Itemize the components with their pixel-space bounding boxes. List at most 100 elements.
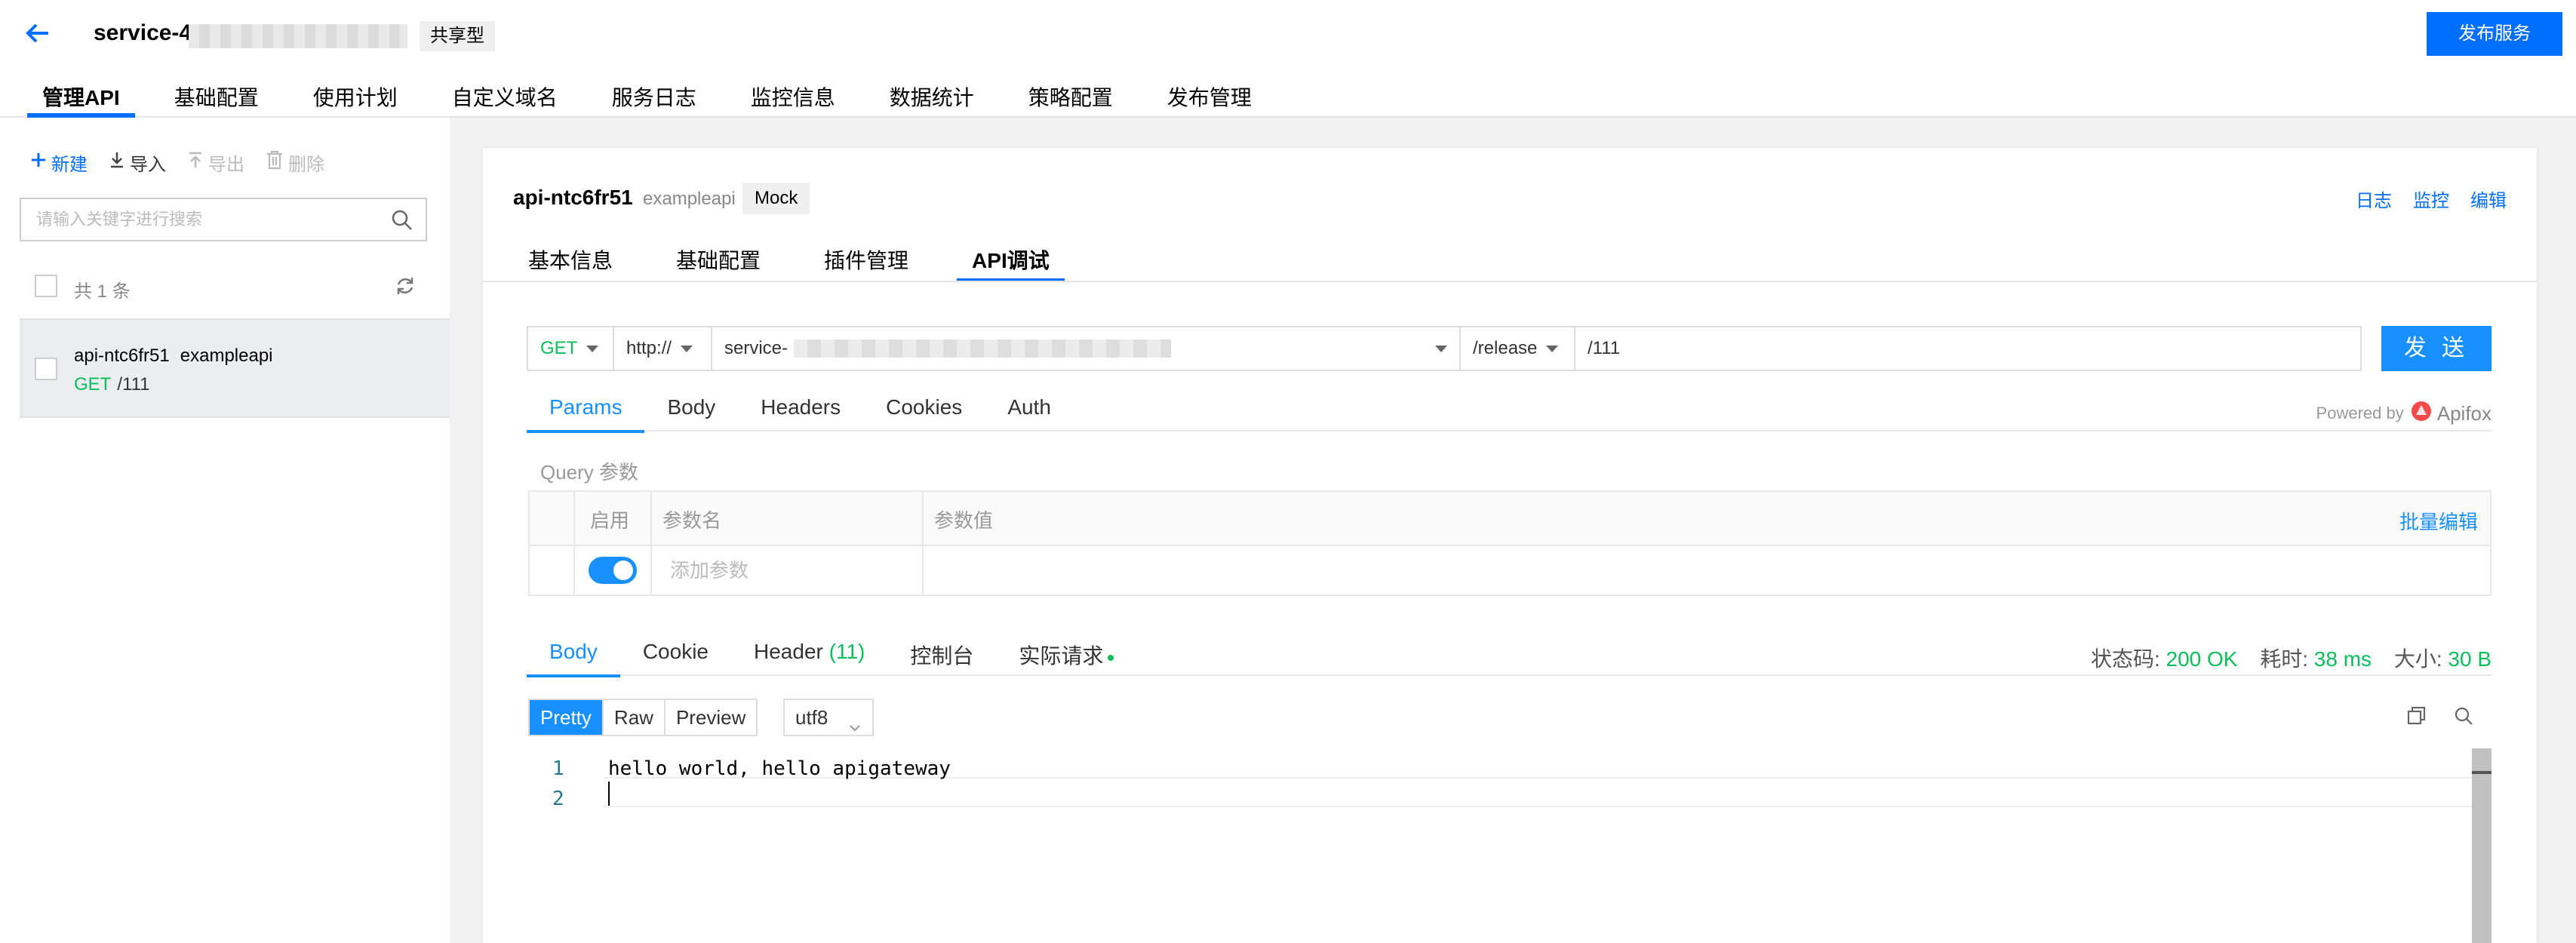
bulk-edit-button[interactable]: 批量编辑 (2399, 507, 2478, 535)
col-param-value: 参数值 (934, 509, 994, 532)
api-list-sidebar: 新建 导入 导出 删除 共 1 条 (0, 118, 450, 943)
host-value: service- (724, 338, 788, 358)
request-bar: GET http:// service- /release /111 (527, 326, 2362, 371)
tab-auth[interactable]: Auth (985, 386, 1074, 432)
list-header: 共 1 条 (20, 267, 427, 305)
export-button[interactable]: 导出 (187, 149, 244, 176)
path-input[interactable]: /111 (1574, 326, 2362, 371)
powered-by: Powered by Apifox (2316, 400, 2491, 427)
page: service-4 共享型 发布服务 管理API 基础配置 使用计划 自定义域名… (0, 0, 2576, 943)
status-dot-icon (1108, 654, 1114, 661)
new-api-button[interactable]: 新建 (30, 149, 88, 176)
tab-monitoring[interactable]: 监控信息 (736, 72, 850, 118)
divider (483, 281, 2537, 282)
new-label: 新建 (51, 155, 88, 175)
protocol-select[interactable]: http:// (613, 326, 712, 371)
col-enable: 启用 (590, 509, 630, 532)
import-button[interactable]: 导入 (109, 149, 166, 176)
api-item-tag: exampleapi (180, 346, 273, 366)
env-select[interactable]: /release (1459, 326, 1575, 371)
monitor-link[interactable]: 监控 (2413, 186, 2449, 212)
api-item-name: api-ntc6fr51 exampleapi (74, 346, 273, 367)
api-search-box (20, 198, 427, 241)
find-icon[interactable] (2452, 705, 2475, 731)
raw-button[interactable]: Raw (604, 700, 666, 735)
tab-cookies[interactable]: Cookies (863, 386, 985, 432)
tab-body[interactable]: Body (644, 386, 738, 432)
response-meta: 状态码: 200 OK 耗时: 38 ms 大小: 30 B (2091, 643, 2491, 673)
resp-header-count: (11) (828, 640, 865, 663)
actual-request-label: 实际请求 (1019, 644, 1104, 668)
encoding-select[interactable]: utf8 (783, 699, 874, 736)
tab-console[interactable]: 控制台 (887, 631, 996, 676)
import-label: 导入 (130, 155, 166, 175)
refresh-icon[interactable] (394, 275, 417, 301)
tab-resp-header[interactable]: Header (11) (731, 631, 887, 676)
status-code-label: 状态码: (2090, 647, 2160, 671)
tab-policy[interactable]: 策略配置 (1013, 72, 1128, 118)
tab-resp-body[interactable]: Body (527, 631, 620, 677)
vertical-scrollbar[interactable] (2472, 748, 2491, 943)
tab-usage-plan[interactable]: 使用计划 (298, 72, 413, 118)
api-item-path: /111 (117, 374, 150, 395)
pretty-button[interactable]: Pretty (530, 700, 604, 735)
log-link[interactable]: 日志 (2356, 186, 2392, 212)
copy-icon[interactable] (2405, 705, 2428, 731)
line-number: 1 (552, 757, 564, 780)
tab-basic-config[interactable]: 基础配置 (159, 72, 274, 118)
trash-icon (266, 150, 288, 175)
method-value: GET (540, 338, 578, 358)
add-param-input[interactable] (670, 557, 896, 584)
divider (922, 492, 924, 594)
api-item-method: GET (74, 374, 112, 395)
size-label: 大小: (2393, 647, 2442, 671)
tab-api-basic-config[interactable]: 基础配置 (661, 244, 776, 282)
host-value-wrap: service- (724, 338, 1172, 359)
preview-button[interactable]: Preview (666, 700, 756, 735)
view-mode-group: Pretty Raw Preview (528, 699, 758, 736)
host-select[interactable]: service- (711, 326, 1461, 371)
api-search-input[interactable] (21, 199, 376, 240)
api-item-id: api-ntc6fr51 (74, 346, 170, 366)
tab-plugin-manage[interactable]: 插件管理 (809, 244, 924, 282)
top-header: service-4 共享型 发布服务 管理API 基础配置 使用计划 自定义域名… (0, 0, 2576, 118)
tab-api-debug[interactable]: API调试 (957, 244, 1065, 282)
text-cursor (608, 782, 610, 806)
enable-toggle[interactable] (589, 557, 637, 584)
chevron-down-icon (848, 711, 862, 745)
divider (573, 492, 575, 594)
powered-prefix: Powered by (2316, 404, 2404, 422)
tab-release-manage[interactable]: 发布管理 (1152, 72, 1267, 118)
tab-params[interactable]: Params (527, 386, 645, 433)
edit-link[interactable]: 编辑 (2470, 186, 2507, 212)
query-params-label: Query 参数 (540, 461, 639, 484)
select-all-checkbox[interactable] (35, 275, 57, 297)
code-line: hello world, hello apigateway (608, 757, 951, 780)
tab-resp-cookie[interactable]: Cookie (620, 631, 731, 676)
tab-manage-api[interactable]: 管理API (27, 72, 135, 118)
api-title: api-ntc6fr51 (513, 186, 633, 209)
list-item[interactable]: api-ntc6fr51 exampleapi GET/111 (20, 318, 450, 418)
api-subtitle: exampleapi (643, 189, 736, 209)
service-title: service-4 (94, 20, 192, 45)
tab-custom-domain[interactable]: 自定义域名 (437, 72, 573, 118)
redacted-host (794, 339, 1172, 358)
tab-headers[interactable]: Headers (738, 386, 863, 432)
delete-button[interactable]: 删除 (266, 149, 324, 176)
send-button[interactable]: 发 送 (2381, 326, 2491, 371)
search-icon[interactable] (391, 209, 413, 235)
back-arrow-icon[interactable] (23, 18, 53, 48)
api-tabs: 基本信息 基础配置 插件管理 API调试 (513, 244, 1098, 282)
chevron-down-icon (1546, 345, 1559, 352)
tab-statistics[interactable]: 数据统计 (875, 72, 989, 118)
method-select[interactable]: GET (527, 326, 614, 371)
item-checkbox[interactable] (35, 358, 57, 380)
tab-service-log[interactable]: 服务日志 (597, 72, 712, 118)
tab-basic-info[interactable]: 基本信息 (513, 244, 628, 282)
response-code-editor[interactable]: 1 hello world, hello apigateway 2 (528, 748, 2491, 943)
publish-service-button[interactable]: 发布服务 (2427, 12, 2562, 56)
tab-actual-request[interactable]: 实际请求 (996, 631, 1136, 676)
param-tabs: Params Body Headers Cookies Auth (527, 386, 2491, 433)
chevron-down-icon (681, 345, 693, 352)
delete-label: 删除 (288, 155, 324, 175)
